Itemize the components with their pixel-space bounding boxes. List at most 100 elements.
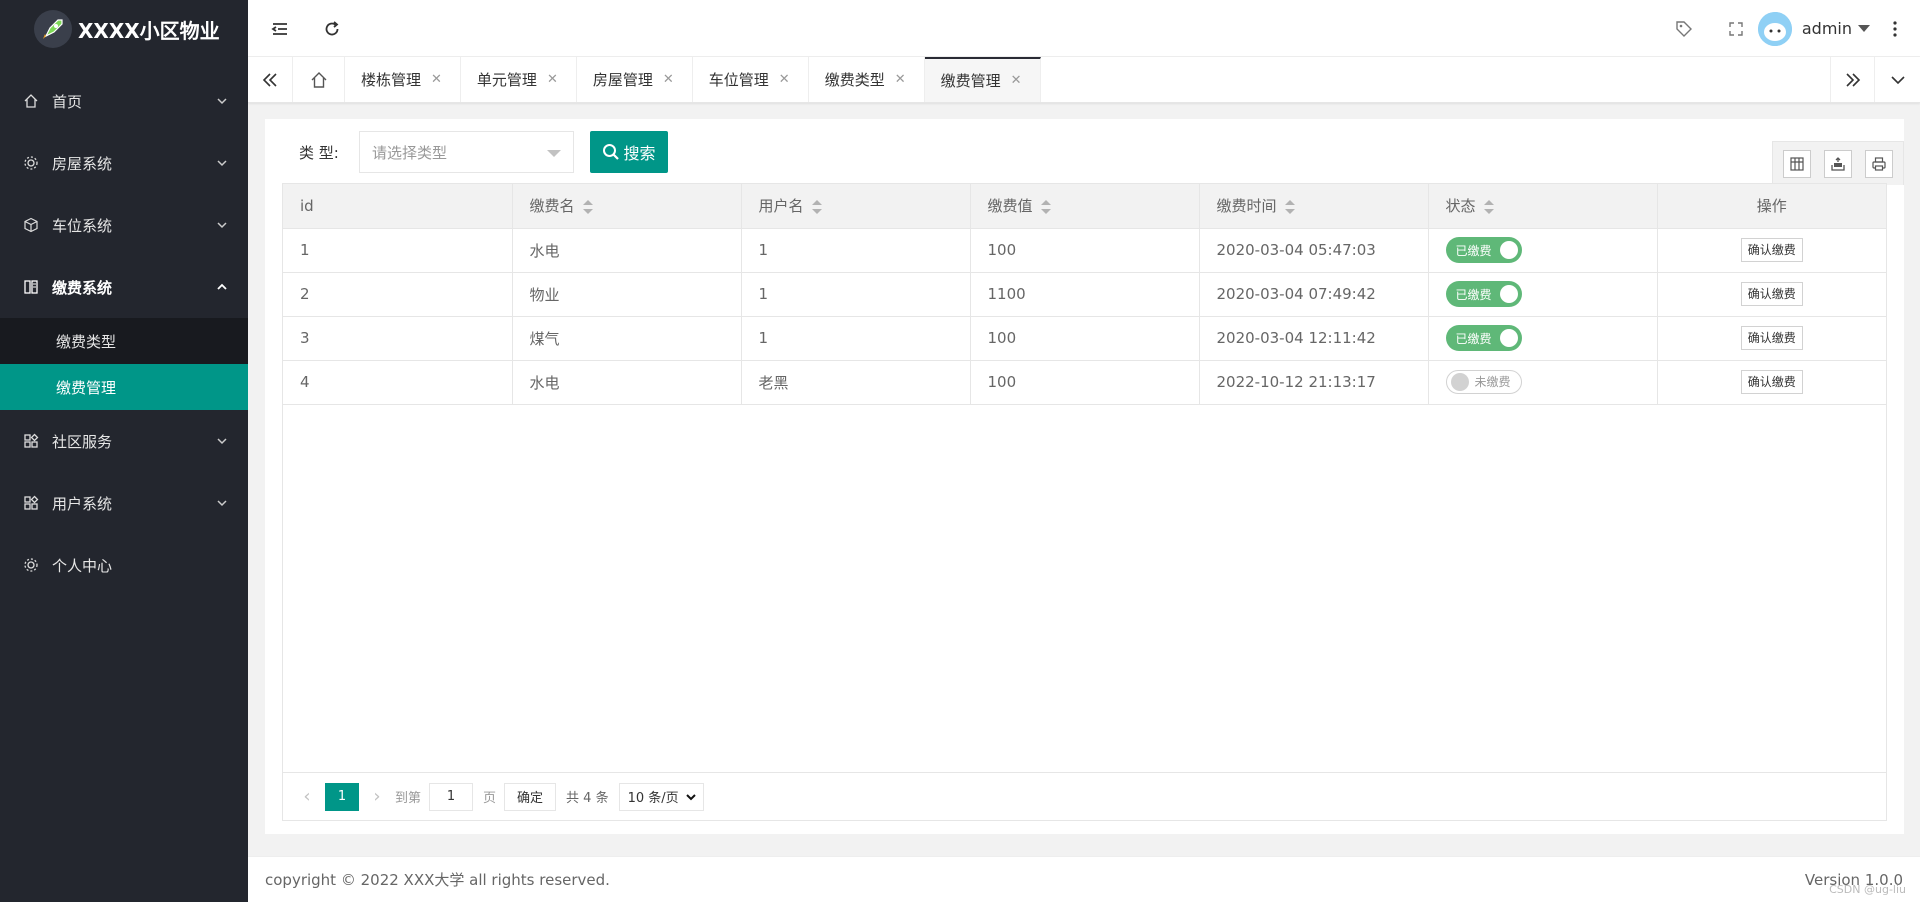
- status-switch[interactable]: 已缴费: [1445, 325, 1522, 351]
- cell-action: 确认缴费: [1657, 272, 1886, 317]
- collapse-menu-button[interactable]: [254, 0, 306, 57]
- confirm-payment-button[interactable]: 确认缴费: [1740, 370, 1803, 394]
- tab-unit[interactable]: 单元管理 ✕: [461, 57, 577, 102]
- type-select[interactable]: 请选择类型: [359, 131, 574, 173]
- sidebar-item-label: 缴费系统: [52, 278, 113, 297]
- book-icon: [22, 278, 40, 296]
- chevron-down-icon: [217, 500, 227, 507]
- tab-label: 缴费类型: [824, 71, 885, 89]
- sidebar-item-payment[interactable]: 缴费系统: [0, 256, 248, 318]
- close-icon[interactable]: ✕: [895, 72, 906, 87]
- page-number-current[interactable]: 1: [325, 782, 359, 811]
- close-icon[interactable]: ✕: [779, 72, 790, 87]
- page-size-value: 10 条/页: [627, 791, 679, 806]
- sort-icon[interactable]: [1284, 199, 1295, 214]
- tag-icon: [1676, 20, 1692, 37]
- tab-label: 单元管理: [476, 71, 537, 89]
- confirm-payment-button[interactable]: 确认缴费: [1740, 282, 1803, 306]
- cell-name: 煤气: [512, 316, 742, 361]
- content-card: 类 型: 请选择类型 搜索 id 缴费名 用户名 缴费值 缴费时间 状态 操作 …: [265, 119, 1904, 834]
- sidebar-item-home[interactable]: 首页: [0, 70, 248, 132]
- cell-user: 1: [741, 228, 971, 273]
- fullscreen-button[interactable]: [1710, 0, 1762, 57]
- gear-icon: [22, 556, 40, 574]
- confirm-payment-button[interactable]: 确认缴费: [1740, 238, 1803, 262]
- goto-page-input[interactable]: [429, 782, 474, 811]
- column-header-time[interactable]: 缴费时间: [1199, 184, 1429, 229]
- cell-user: 老黑: [741, 360, 971, 405]
- sidebar-item-parking[interactable]: 车位系统: [0, 194, 248, 256]
- tab-house[interactable]: 房屋管理 ✕: [577, 57, 693, 102]
- column-header-status[interactable]: 状态: [1428, 184, 1658, 229]
- tab-building[interactable]: 楼栋管理 ✕: [345, 57, 461, 102]
- refresh-button[interactable]: [306, 0, 358, 57]
- payment-submenu: 缴费类型 缴费管理: [0, 318, 248, 410]
- refresh-icon: [325, 20, 339, 35]
- sort-icon[interactable]: [1040, 199, 1051, 214]
- close-icon[interactable]: ✕: [431, 72, 442, 87]
- tab-label: 房屋管理: [592, 71, 653, 89]
- column-header-value[interactable]: 缴费值: [970, 184, 1200, 229]
- confirm-payment-button[interactable]: 确认缴费: [1740, 326, 1803, 350]
- tab-payment-manage[interactable]: 缴费管理 ✕: [924, 57, 1041, 102]
- close-icon[interactable]: ✕: [1011, 73, 1022, 88]
- column-filter-button[interactable]: [1783, 150, 1811, 178]
- status-switch[interactable]: 未缴费: [1445, 369, 1522, 394]
- sidebar-item-profile[interactable]: 个人中心: [0, 534, 248, 596]
- tab-payment-type[interactable]: 缴费类型 ✕: [809, 57, 925, 102]
- page-size-select[interactable]: 10 条/页: [618, 782, 704, 811]
- top-header: admin: [248, 0, 1920, 57]
- sort-icon[interactable]: [1483, 199, 1494, 214]
- prev-page-button[interactable]: ‹: [297, 783, 317, 811]
- sidebar-item-label: 社区服务: [52, 432, 113, 451]
- search-button[interactable]: 搜索: [590, 131, 668, 173]
- pagination: ‹ 1 › 到第 页 确定 共 4 条 10 条/页: [283, 772, 1886, 820]
- sidebar-item-users[interactable]: 用户系统: [0, 472, 248, 534]
- export-button[interactable]: [1824, 150, 1852, 178]
- logo[interactable]: XXXX小区物业: [0, 0, 248, 58]
- print-button[interactable]: [1865, 150, 1893, 178]
- switch-knob: [1499, 285, 1518, 303]
- column-header-user[interactable]: 用户名: [741, 184, 971, 229]
- total-count: 共 4 条: [566, 791, 609, 806]
- avatar: [1757, 11, 1792, 46]
- chevron-down-icon: [217, 160, 227, 167]
- type-label: 类 型:: [299, 143, 339, 162]
- sidebar-item-housing[interactable]: 房屋系统: [0, 132, 248, 194]
- cell-name: 物业: [512, 272, 742, 317]
- cell-user: 1: [741, 272, 971, 317]
- page-tabs: 楼栋管理 ✕ 单元管理 ✕ 房屋管理 ✕ 车位管理 ✕ 缴费类型 ✕ 缴费管理 …: [248, 57, 1920, 103]
- status-switch[interactable]: 已缴费: [1445, 281, 1522, 307]
- sort-icon[interactable]: [582, 199, 593, 214]
- tab-label: 车位管理: [708, 71, 769, 89]
- close-icon[interactable]: ✕: [663, 72, 674, 87]
- footer: copyright © 2022 XXX大学 all rights reserv…: [248, 856, 1920, 902]
- tab-parking[interactable]: 车位管理 ✕: [693, 57, 809, 102]
- sort-icon[interactable]: [811, 199, 822, 214]
- sidebar-item-label: 个人中心: [52, 556, 113, 575]
- cell-time: 2022-10-12 21:13:17: [1199, 360, 1429, 405]
- next-page-button[interactable]: ›: [367, 783, 387, 811]
- sidebar-subitem-payment-manage[interactable]: 缴费管理: [0, 364, 248, 410]
- table-row: 2 物业 1 1100 2020-03-04 07:49:42 已缴费 确认缴费: [283, 272, 1886, 317]
- cell-time: 2020-03-04 12:11:42: [1199, 316, 1429, 361]
- tabs-scroll-left-button[interactable]: [248, 57, 293, 102]
- tag-button[interactable]: [1658, 0, 1710, 57]
- apps-icon: [22, 432, 40, 450]
- goto-confirm-button[interactable]: 确定: [504, 782, 557, 811]
- tab-home[interactable]: [293, 57, 345, 102]
- table-row: 3 煤气 1 100 2020-03-04 12:11:42 已缴费 确认缴费: [283, 316, 1886, 361]
- status-switch[interactable]: 已缴费: [1445, 237, 1522, 263]
- sidebar-item-community[interactable]: 社区服务: [0, 410, 248, 472]
- tabs-scroll-right-button[interactable]: [1830, 57, 1875, 102]
- close-icon[interactable]: ✕: [547, 72, 558, 87]
- cell-time: 2020-03-04 07:49:42: [1199, 272, 1429, 317]
- cell-value: 1100: [970, 272, 1200, 317]
- sidebar-subitem-payment-type[interactable]: 缴费类型: [0, 318, 248, 364]
- gear-icon: [22, 154, 40, 172]
- column-header-name[interactable]: 缴费名: [512, 184, 742, 229]
- tabs-options-button[interactable]: [1875, 57, 1920, 102]
- sidebar-item-label: 首页: [52, 92, 83, 111]
- more-button[interactable]: [1870, 0, 1920, 57]
- user-menu[interactable]: admin: [1757, 0, 1870, 57]
